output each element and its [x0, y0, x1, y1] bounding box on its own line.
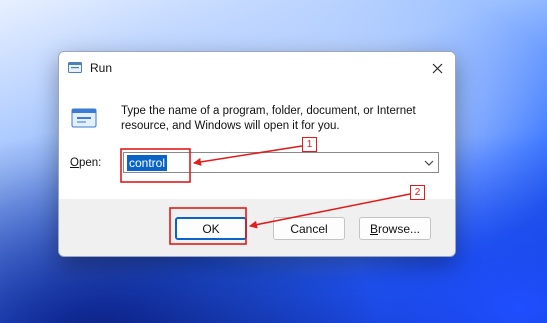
browse-mnemonic: B: [369, 221, 378, 236]
open-input-value[interactable]: control: [127, 155, 168, 171]
open-label-mnemonic: O: [70, 157, 79, 169]
description-text: Type the name of a program, folder, docu…: [121, 105, 416, 132]
open-label: Open:: [70, 157, 101, 169]
close-icon: [432, 63, 442, 73]
chevron-down-icon[interactable]: [423, 157, 435, 169]
browse-button[interactable]: Browse...: [359, 217, 431, 240]
ok-button[interactable]: OK: [175, 217, 247, 240]
button-bar: OK Cancel Browse...: [59, 199, 455, 256]
close-button[interactable]: [419, 52, 455, 84]
title-bar[interactable]: Run: [59, 52, 455, 84]
run-dialog-icon: [68, 62, 82, 73]
open-combobox[interactable]: control: [123, 152, 439, 173]
dialog-content: Type the name of a program, folder, docu…: [59, 84, 455, 199]
annotation-badge-1: 1: [302, 137, 317, 152]
cancel-button[interactable]: Cancel: [273, 217, 345, 240]
run-dialog: Run Type the name of a program, folder, …: [58, 51, 456, 257]
run-program-icon: [71, 108, 97, 128]
annotation-badge-2: 2: [410, 185, 425, 200]
open-label-rest: pen:: [78, 157, 102, 169]
browse-label-rest: rowse...: [378, 221, 421, 236]
window-title: Run: [90, 61, 113, 75]
